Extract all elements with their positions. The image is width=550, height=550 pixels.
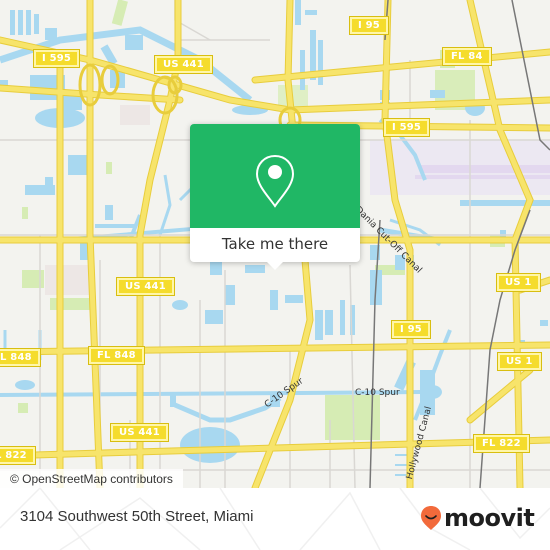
moovit-smile-pin-icon (421, 506, 441, 530)
take-me-there-button[interactable]: Take me there (190, 228, 360, 262)
map-attribution[interactable]: © OpenStreetMap contributors (0, 469, 183, 488)
road-shield-us441-mid: US 441 (116, 277, 175, 296)
road-shield-i95-north: I 95 (349, 16, 389, 35)
moovit-wordmark: moovit (444, 504, 535, 532)
address-text: 3104 Southwest 50th Street, Miami (20, 508, 254, 525)
road-shield-i95-south: I 95 (391, 320, 431, 339)
road-shield-fl822-east: FL 822 (473, 434, 530, 453)
location-popup: Take me there (190, 124, 360, 270)
road-shield-fl822-west: FL 822 (0, 446, 36, 465)
road-shield-fl848-mid: FL 848 (88, 346, 145, 365)
water-label-c10-spur-east: C-10 Spur (355, 388, 400, 398)
map-pin-icon (255, 154, 295, 208)
road-shield-us1-south: US 1 (497, 352, 542, 371)
built-area (120, 105, 150, 125)
built-area (45, 265, 90, 295)
road-shield-fl848-west: FL 848 (0, 348, 41, 367)
road-shield-us441-north: US 441 (154, 55, 213, 74)
footer-bar: 3104 Southwest 50th Street, Miami moovit (0, 488, 550, 550)
moovit-logo[interactable]: moovit (420, 500, 535, 536)
road-shield-i595-west: I 595 (32, 49, 81, 68)
road-shield-us441-south: US 441 (110, 423, 169, 442)
popup-pointer (267, 262, 283, 270)
popup-header (190, 124, 360, 228)
map-view[interactable]: I 595 US 441 I 95 FL 84 I 595 US 441 US … (0, 0, 550, 488)
runway (415, 175, 550, 179)
runway (420, 165, 550, 173)
road-shield-fl84: FL 84 (442, 47, 492, 66)
road-shield-us1-north: US 1 (496, 273, 541, 292)
road-shield-i595-east: I 595 (382, 118, 431, 137)
